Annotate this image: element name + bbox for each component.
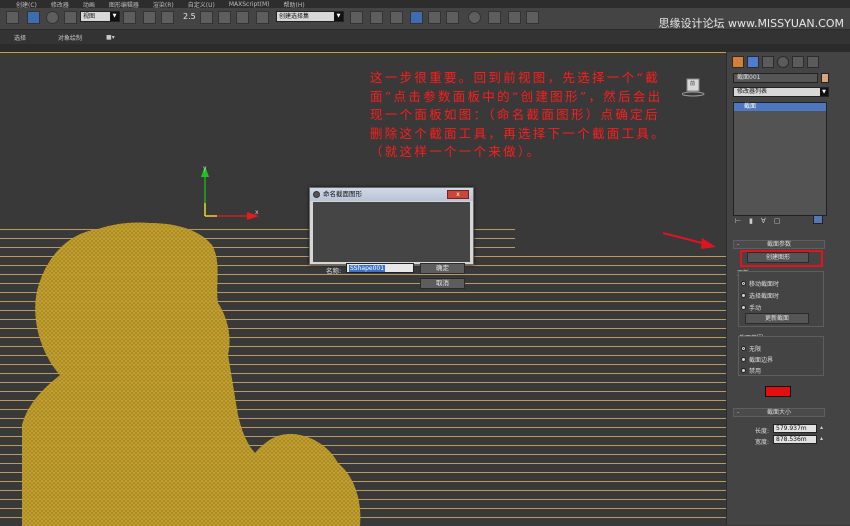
object-name-field[interactable]: 截面001 — [733, 73, 818, 83]
pivot-icon[interactable] — [123, 11, 136, 24]
utilities-tab-icon[interactable] — [807, 56, 819, 68]
main-toolbar: 视图 ▼ 2.5 创建选择集 ▼ 思缘设计论坛 www.MISSYUAN.COM — [0, 8, 850, 30]
ribbon-bar: 选择 对象绘制 ■▾ — [0, 30, 850, 44]
front-viewport[interactable]: y x 这一步很重要。回到前视图，先选择一个“截面”点击参数面板中的“创建图形”… — [0, 52, 726, 526]
undo-icon[interactable] — [6, 11, 19, 24]
modify-tab-icon[interactable] — [747, 56, 759, 68]
ribbon-tab-selection[interactable]: 选择 — [14, 33, 26, 42]
edit-named-selection-icon[interactable] — [256, 11, 269, 24]
ok-button[interactable]: 确定 — [420, 263, 465, 274]
modifier-stack-item-section[interactable]: 截面 — [734, 103, 826, 111]
extent-off-option[interactable]: 禁用 — [741, 366, 761, 375]
command-panel: 截面001 修改器列表 ▼ 截面 ⊢▮∀▢ -截面参数 创建图形 更新: 移动截… — [726, 52, 850, 525]
stack-tools: ⊢▮∀▢ — [735, 217, 788, 225]
mirror-icon[interactable] — [350, 11, 363, 24]
ribbon-tab-object-paint[interactable]: 对象绘制 — [58, 33, 82, 42]
scale-icon[interactable] — [64, 11, 77, 24]
viewcube-icon[interactable]: 前 — [681, 75, 705, 97]
width-spinner[interactable]: 878.536m — [773, 435, 823, 444]
extent-section-boundary-option[interactable]: 截面边界 — [741, 355, 773, 364]
section-params-rollout-header[interactable]: - 截面参数 — [733, 240, 825, 249]
rendered-frame-window-icon[interactable] — [508, 11, 521, 24]
hierarchy-tab-icon[interactable] — [762, 56, 774, 68]
render-production-icon[interactable] — [526, 11, 539, 24]
modifier-stack[interactable]: 截面 — [733, 102, 827, 216]
percent-snap-icon[interactable] — [218, 11, 231, 24]
create-tab-icon[interactable] — [732, 56, 744, 68]
reference-coordinate-dropdown[interactable]: 视图 ▼ — [80, 11, 120, 22]
remove-modifier-icon[interactable]: ▢ — [774, 217, 789, 225]
schematic-view-icon[interactable] — [446, 11, 459, 24]
snap-toggle-label[interactable]: 2.5 — [183, 12, 196, 21]
dialog-body — [313, 202, 470, 262]
modifier-list-dropdown[interactable]: 修改器列表 ▼ — [733, 87, 829, 97]
axis-y-label: y — [203, 165, 207, 172]
section-color-swatch[interactable] — [765, 386, 791, 397]
render-setup-icon[interactable] — [488, 11, 501, 24]
named-selection-set-dropdown[interactable]: 创建选择集 ▼ — [276, 11, 344, 22]
extent-infinite-option[interactable]: 无限 — [741, 344, 761, 353]
graphite-ribbon-icon[interactable] — [410, 11, 423, 24]
chevron-down-icon: ▼ — [820, 88, 828, 96]
shape-name-input[interactable]: SShape001 — [346, 263, 414, 273]
show-end-result-icon[interactable]: ▮ — [749, 217, 761, 225]
align-icon[interactable] — [370, 11, 383, 24]
spinner-snap-icon[interactable] — [236, 11, 249, 24]
update-manually-option[interactable]: 手动 — [741, 303, 761, 312]
tutorial-annotation: 这一步很重要。回到前视图，先选择一个“截面”点击参数面板中的“创建图形”，然后会… — [370, 70, 667, 159]
update-when-moved-option[interactable]: 移动截面时 — [741, 279, 779, 288]
angle-snap-icon[interactable] — [200, 11, 213, 24]
cancel-button[interactable]: 取消 — [420, 278, 465, 289]
make-unique-icon[interactable]: ∀ — [761, 217, 774, 225]
select-object-icon[interactable] — [27, 11, 40, 24]
section-size-rollout-header[interactable]: - 截面大小 — [733, 408, 825, 417]
length-spinner[interactable]: 579.937m — [773, 424, 823, 433]
name-section-shape-dialog: 命名截面图形 x — [309, 187, 474, 265]
keyboard-shortcut-icon[interactable] — [161, 11, 174, 24]
dialog-app-icon — [313, 191, 320, 198]
dialog-close-button[interactable]: x — [447, 190, 469, 199]
ribbon-separator — [0, 44, 850, 52]
menu-bar: 创建(C) 修改器 动画 图形编辑器 渲染(R) 自定义(U) MAXScrip… — [0, 0, 850, 9]
create-shape-highlight — [740, 250, 823, 267]
configure-modifier-sets-icon[interactable] — [813, 215, 823, 224]
material-editor-icon[interactable] — [468, 11, 481, 24]
display-tab-icon[interactable] — [792, 56, 804, 68]
select-and-manipulate-icon[interactable] — [143, 11, 156, 24]
layer-manager-icon[interactable] — [390, 11, 403, 24]
object-color-swatch[interactable] — [821, 73, 829, 83]
rotate-icon[interactable] — [46, 11, 59, 24]
update-when-selected-option[interactable]: 选择截面时 — [741, 291, 779, 300]
axis-gizmo — [201, 166, 259, 220]
pin-stack-icon[interactable]: ⊢ — [735, 217, 749, 225]
forum-watermark: 思缘设计论坛 www.MISSYUAN.COM — [658, 17, 844, 30]
width-label: 宽度: — [755, 439, 770, 446]
menu-maxscript[interactable]: MAXScript(M) — [229, 1, 270, 8]
update-section-button[interactable]: 更新截面 — [745, 313, 809, 324]
axis-x-label: x — [255, 209, 259, 216]
length-label: 长度: — [755, 428, 770, 435]
motion-tab-icon[interactable] — [777, 56, 789, 68]
curve-editor-icon[interactable] — [428, 11, 441, 24]
red-arrow-icon — [662, 232, 716, 249]
ribbon-options-icon[interactable]: ■▾ — [106, 34, 115, 41]
viewcube-front-label: 前 — [690, 81, 696, 87]
name-label: 名称: — [326, 267, 342, 275]
